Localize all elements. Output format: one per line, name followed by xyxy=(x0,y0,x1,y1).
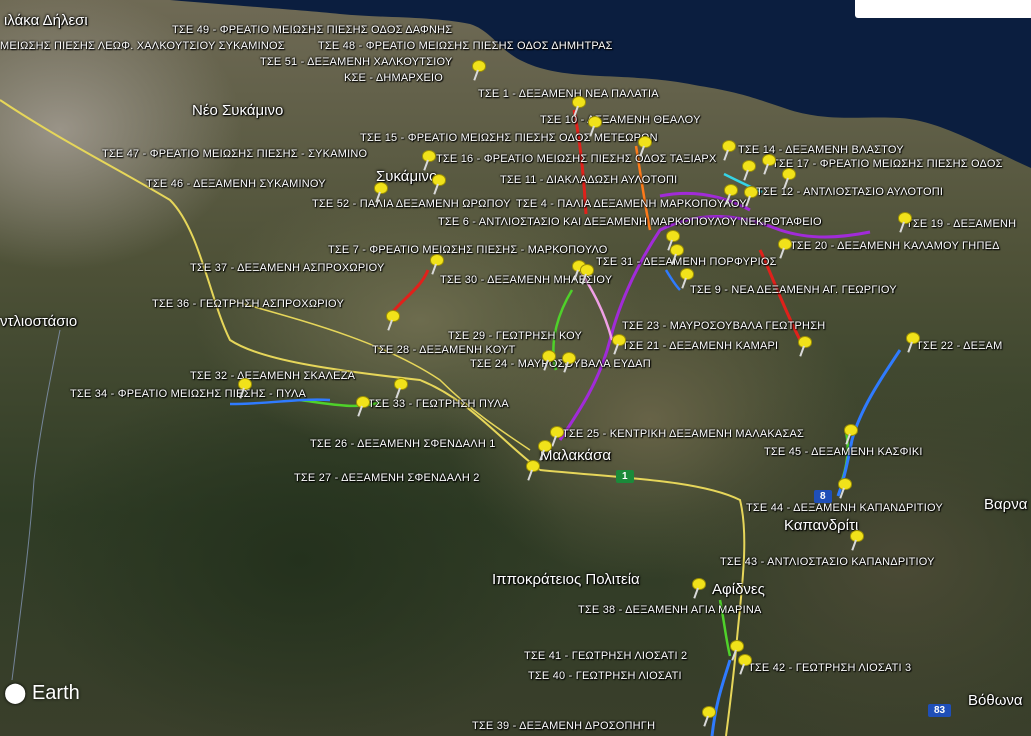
label-tse-22[interactable]: ΤΣΕ 22 - ΔΕΞΑΜ xyxy=(916,340,1002,352)
label-tse-23[interactable]: ΤΣΕ 23 - ΜΑΥΡΟΣΟΥΒΑΛΑ ΓΕΩΤΡΗΣΗ xyxy=(622,320,825,332)
label-tse-52[interactable]: ΤΣΕ 52 - ΠΑΛΙΑ ΔΕΞΑΜΕΝΗ ΩΡΩΠΟΥ xyxy=(312,198,511,210)
route-blue-2 xyxy=(836,349,902,497)
label-tse-17[interactable]: ΤΣΕ 17 - ΦΡΕΑΤΙΟ ΜΕΙΩΣΗΣ ΠΙΕΣΗΣ ΟΔΟΣ xyxy=(772,158,1003,170)
label-tse-37[interactable]: ΤΣΕ 37 - ΔΕΞΑΜΕΝΗ ΑΣΠΡΟΧΩΡΙΟΥ xyxy=(190,262,385,274)
pushpin-icon[interactable] xyxy=(904,332,920,354)
label-tse-49[interactable]: ΤΣΕ 49 - ΦΡΕΑΤΙΟ ΜΕΙΩΣΗΣ ΠΙΕΣΗΣ ΟΔΟΣ ΔΑΦ… xyxy=(172,24,452,36)
label-tse-36[interactable]: ΤΣΕ 36 - ΓΕΩΤΡΗΣΗ ΑΣΠΡΟΧΩΡΙΟΥ xyxy=(152,298,344,310)
label-tse-42[interactable]: ΤΣΕ 42 - ΓΕΩΤΡΗΣΗ ΛΙΟΣΑΤΙ 3 xyxy=(748,662,911,674)
pushpin-icon[interactable] xyxy=(560,352,576,374)
earth-logo: ⬤ Earth xyxy=(4,682,80,704)
place-varnavas: Βαρνα xyxy=(984,496,1028,513)
label-tse-38[interactable]: ΤΣΕ 38 - ΔΕΞΑΜΕΝΗ ΑΓΙΑ ΜΑΡΙΝΑ xyxy=(578,604,762,616)
label-tse-7[interactable]: ΤΣΕ 7 - ΦΡΕΑΤΙΟ ΜΕΙΩΣΗΣ ΠΙΕΣΗΣ - ΜΑΡΚΟΠΟ… xyxy=(328,244,608,256)
earth-logo-text: Earth xyxy=(31,682,80,704)
road-shield-1: 1 xyxy=(616,470,634,483)
pushpin-icon[interactable] xyxy=(896,212,912,234)
pushpin-icon[interactable] xyxy=(578,264,594,286)
pushpin-icon[interactable] xyxy=(796,336,812,358)
label-tse-16[interactable]: ΤΣΕ 16 - ΦΡΕΑΤΙΟ ΜΕΙΩΣΗΣ ΠΙΕΣΗΣ ΟΔΟΣ ΤΑΞ… xyxy=(436,153,717,165)
top-right-panel[interactable] xyxy=(855,0,1031,18)
pushpin-icon[interactable] xyxy=(720,140,736,162)
pushpin-icon[interactable] xyxy=(722,184,738,206)
label-tse-27[interactable]: ΤΣΕ 27 - ΔΕΞΑΜΕΝΗ ΣΦΕΝΔΑΛΗ 2 xyxy=(294,472,480,484)
pushpin-icon[interactable] xyxy=(384,310,400,332)
label-tse-40[interactable]: ΤΣΕ 40 - ΓΕΩΤΡΗΣΗ ΛΙΟΣΑΤΙ xyxy=(528,670,682,682)
label-tse-47[interactable]: ΤΣΕ 47 - ΦΡΕΑΤΙΟ ΜΕΙΩΣΗΣ ΠΙΕΣΗΣ - ΣΥΚΑΜΙ… xyxy=(102,148,367,160)
pushpin-icon[interactable] xyxy=(836,478,852,500)
label-tse-19[interactable]: ΤΣΕ 19 - ΔΕΞΑΜΕΝΗ xyxy=(906,218,1016,230)
label-tse-34[interactable]: ΤΣΕ 34 - ΦΡΕΑΤΙΟ ΜΕΙΩΣΗΣ ΠΙΕΣΗΣ - ΠΥΛΑ xyxy=(70,388,306,400)
label-tse-41[interactable]: ΤΣΕ 41 - ΓΕΩΤΡΗΣΗ ΛΙΟΣΑΤΙ 2 xyxy=(524,650,687,662)
label-tse-32[interactable]: ΤΣΕ 32 - ΔΕΞΑΜΕΝΗ ΣΚΑΛΕΖΑ xyxy=(190,370,355,382)
pushpin-icon[interactable] xyxy=(392,378,408,400)
label-tse-48[interactable]: ΤΣΕ 48 - ΦΡΕΑΤΙΟ ΜΕΙΩΣΗΣ ΠΙΕΣΗΣ ΟΔΟΣ ΔΗΜ… xyxy=(318,40,613,52)
place-plaka-dilesi: ιλάκα Δήλεσι xyxy=(4,12,88,29)
pushpin-icon[interactable] xyxy=(540,350,556,372)
label-tse-11[interactable]: ΤΣΕ 11 - ΔΙΑΚΛΑΔΩΣΗ ΑΥΛΟΤΟΠΙ xyxy=(500,174,677,186)
pushpin-icon[interactable] xyxy=(848,530,864,552)
label-tse-9[interactable]: ΤΣΕ 9 - ΝΕΑ ΔΕΞΑΜΕΝΗ ΑΓ. ΓΕΩΡΓΙΟΥ xyxy=(690,284,897,296)
label-tse-28[interactable]: ΤΣΕ 28 - ΔΕΞΑΜΕΝΗ ΚΟΥΤ xyxy=(372,344,516,356)
label-tse-25[interactable]: ΤΣΕ 25 - ΚΕΝΤΡΙΚΗ ΔΕΞΑΜΕΝΗ ΜΑΛΑΚΑΣΑΣ xyxy=(562,428,804,440)
pushpin-icon[interactable] xyxy=(428,254,444,276)
pushpin-icon[interactable] xyxy=(354,396,370,418)
label-tse-51[interactable]: ΤΣΕ 51 - ΔΕΞΑΜΕΝΗ ΧΑΛΚΟΥΤΣΙΟΥ xyxy=(260,56,452,68)
pushpin-icon[interactable] xyxy=(372,182,388,204)
pushpin-icon[interactable] xyxy=(776,238,792,260)
pushpin-icon[interactable] xyxy=(610,334,626,356)
place-vothonas: Βόθωνα xyxy=(968,692,1023,709)
label-tse-1[interactable]: ΤΣΕ 1 - ΔΕΞΑΜΕΝΗ ΝΕΑ ΠΑΛΑΤΙΑ xyxy=(478,88,659,100)
pushpin-icon[interactable] xyxy=(700,706,716,728)
pushpin-icon[interactable] xyxy=(536,440,552,462)
pushpin-icon[interactable] xyxy=(420,150,436,172)
road-yellow-2 xyxy=(539,469,746,736)
label-tse-21[interactable]: ΤΣΕ 21 - ΔΕΞΑΜΕΝΗ ΚΑΜΑΡΙ xyxy=(622,340,778,352)
pushpin-icon[interactable] xyxy=(668,244,684,266)
place-ippokrateios: Ιπποκράτειος Πολιτεία xyxy=(492,571,640,588)
pushpin-icon[interactable] xyxy=(524,460,540,482)
pushpin-icon[interactable] xyxy=(678,268,694,290)
pushpin-icon[interactable] xyxy=(236,378,252,400)
pushpin-icon[interactable] xyxy=(740,160,756,182)
label-tse-44[interactable]: ΤΣΕ 44 - ΔΕΞΑΜΕΝΗ ΚΑΠΑΝΔΡΙΤΙΟΥ xyxy=(746,502,943,514)
label-kse[interactable]: ΚΣΕ - ΔΗΜΑΡΧΕΙΟ xyxy=(344,72,443,84)
label-tse-15[interactable]: ΤΣΕ 15 - ΦΡΕΑΤΙΟ ΜΕΙΩΣΗΣ ΠΙΕΣΗΣ ΟΔΟΣ ΜΕΤ… xyxy=(360,132,658,144)
pushpin-icon[interactable] xyxy=(430,174,446,196)
pushpin-icon[interactable] xyxy=(636,136,652,158)
pushpin-icon[interactable] xyxy=(842,424,858,446)
place-afidnes: Αφίδνες xyxy=(712,581,765,598)
border-line xyxy=(11,329,61,681)
pushpin-icon[interactable] xyxy=(690,578,706,600)
satellite-map[interactable]: ιλάκα Δήλεσι Νέο Συκάμινο Συκάμινο ντλιοστά… xyxy=(0,0,1031,736)
road-shield-8: 8 xyxy=(814,490,832,503)
pushpin-icon[interactable] xyxy=(742,186,758,208)
label-tse-39[interactable]: ΤΣΕ 39 - ΔΕΞΑΜΕΝΗ ΔΡΟΣΟΠΗΓΗ xyxy=(472,720,655,732)
place-neo-sykamino: Νέο Συκάμινο xyxy=(192,102,284,119)
pushpin-icon[interactable] xyxy=(736,654,752,676)
label-tse-43[interactable]: ΤΣΕ 43 - ΑΝΤΛΙΟΣΤΑΣΙΟ ΚΑΠΑΝΔΡΙΤΙΟΥ xyxy=(720,556,935,568)
pushpin-icon[interactable] xyxy=(780,168,796,190)
label-tse-50[interactable]: ΜΕΙΩΣΗΣ ΠΙΕΣΗΣ ΛΕΩΦ. ΧΑΛΚΟΥΤΣΙΟΥ ΣΥΚΑΜΙΝ… xyxy=(0,40,285,52)
road-shield-83: 83 xyxy=(928,704,952,717)
label-tse-31[interactable]: ΤΣΕ 31 - ΔΕΞΑΜΕΝΗ ΠΟΡΦΥΡΙΟΣ xyxy=(596,256,777,268)
pushpin-icon[interactable] xyxy=(586,116,602,138)
place-antiostasio: ντλιοστάσιο xyxy=(0,313,78,330)
pushpin-icon[interactable] xyxy=(470,60,486,82)
pushpin-icon[interactable] xyxy=(760,154,776,176)
label-tse-33[interactable]: ΤΣΕ 33 - ΓΕΩΤΡΗΣΗ ΠΥΛΑ xyxy=(368,398,509,410)
label-tse-46[interactable]: ΤΣΕ 46 - ΔΕΞΑΜΕΝΗ ΣΥΚΑΜΙΝΟΥ xyxy=(146,178,326,190)
label-tse-20[interactable]: ΤΣΕ 20 - ΔΕΞΑΜΕΝΗ ΚΑΛΑΜΟΥ ΓΗΠΕΔ xyxy=(790,240,1000,252)
pushpin-icon[interactable] xyxy=(570,96,586,118)
label-tse-4[interactable]: ΤΣΕ 4 - ΠΑΛΙΑ ΔΕΞΑΜΕΝΗ ΜΑΡΚΟΠΟΥΛΟΥ xyxy=(516,198,747,210)
label-tse-26[interactable]: ΤΣΕ 26 - ΔΕΞΑΜΕΝΗ ΣΦΕΝΔΑΛΗ 1 xyxy=(310,438,496,450)
label-tse-10[interactable]: ΤΣΕ 10 - ΔΕΞΑΜΕΝΗ ΘΕΑΛΟΥ xyxy=(540,114,701,126)
label-tse-45[interactable]: ΤΣΕ 45 - ΔΕΞΑΜΕΝΗ ΚΑΣΦΙΚΙ xyxy=(764,446,923,458)
label-tse-29[interactable]: ΤΣΕ 29 - ΓΕΩΤΡΗΣΗ ΚΟΥ xyxy=(448,330,582,342)
label-tse-6[interactable]: ΤΣΕ 6 - ΑΝΤΛΙΟΣΤΑΣΙΟ ΚΑΙ ΔΕΞΑΜΕΝΗ ΜΑΡΚΟΠ… xyxy=(438,216,822,228)
